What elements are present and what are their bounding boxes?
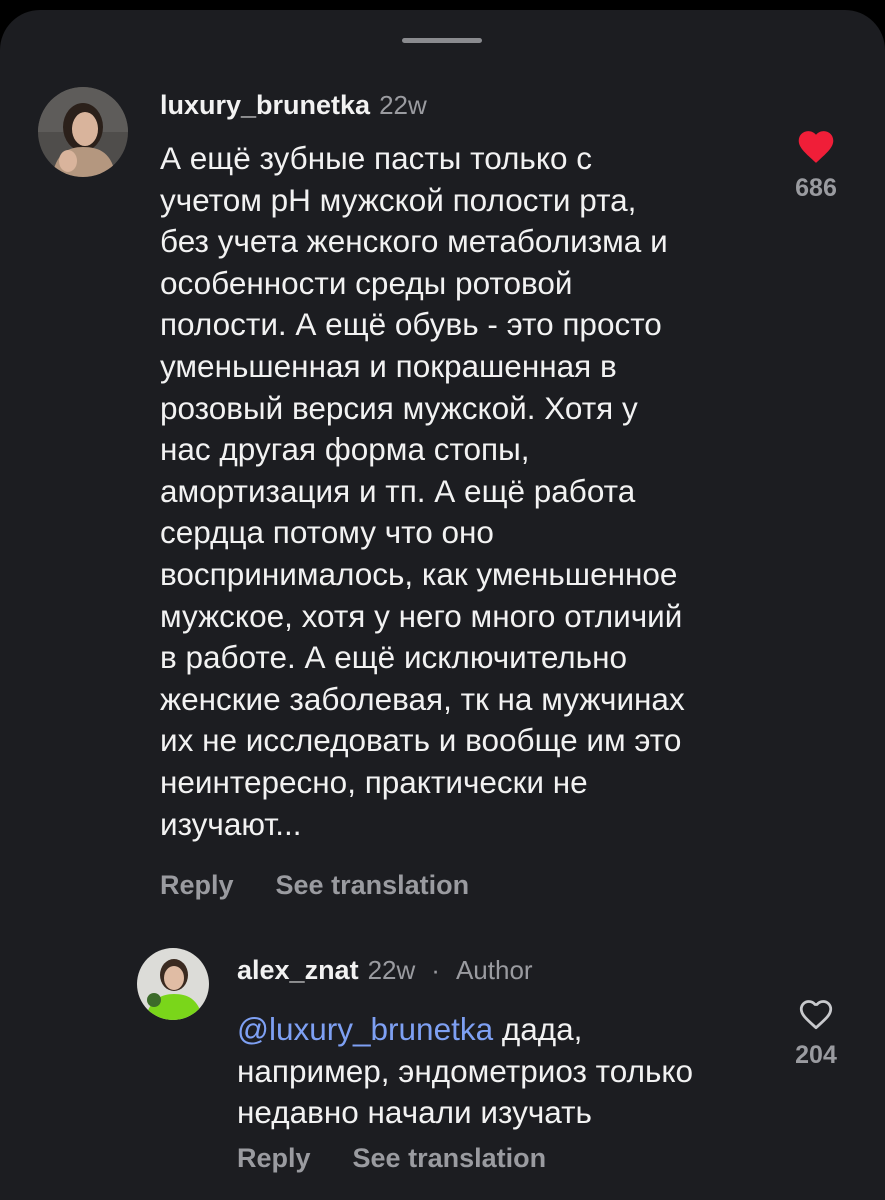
comment-line: сердца потому что оно [160,514,494,551]
comment-actions: Reply See translation [160,870,469,901]
comment-line: женские заболевая, тк на мужчинах [160,680,685,717]
comment-line: особенности среды ротовой [160,264,573,301]
comment-line: учетом pH мужской полости рта, [160,181,637,218]
like-count: 686 [795,174,837,202]
comment-line: изучают... [160,805,302,842]
drag-handle[interactable] [402,38,482,43]
comment-header: alex_znat 22w · Author [237,955,533,986]
comment-line-text: дада, [493,1011,583,1047]
like-button[interactable]: 204 [776,995,856,1070]
comment-line: недавно начали изучать [237,1094,592,1131]
avatar[interactable] [137,948,209,1020]
heart-outline-icon[interactable] [796,995,836,1031]
comment-actions: Reply See translation [237,1143,546,1174]
comment-line: уменьшенная и покрашенная в [160,347,617,384]
avatar[interactable] [38,87,128,177]
reply-button[interactable]: Reply [160,870,234,901]
comment-line: @luxury_brunetka дада, [237,1009,777,1051]
comment-line: неинтересно, практически не [160,763,588,800]
comment-text: А ещё зубные пасты только с учетом pH му… [160,138,760,845]
comment-line: полости. А ещё обувь - это просто [160,306,662,343]
timestamp: 22w [379,90,427,120]
see-translation-button[interactable]: See translation [353,1143,547,1174]
comment-line: мужское, хотя у него много отличий [160,597,683,634]
comment-line: в работе. А ещё исключительно [160,639,628,676]
comment-line: розовый версия мужской. Хотя у [160,389,638,426]
reply-button[interactable]: Reply [237,1143,311,1174]
comment-line: нас другая форма стопы, [160,431,530,468]
comment-line: воспринималось, как уменьшенное [160,555,678,592]
timestamp: 22w [367,955,416,985]
comment-line: без учета женского метаболизма и [160,223,668,260]
username[interactable]: alex_znat [237,955,359,986]
comment-text: @luxury_brunetka дада, например, эндомет… [237,1009,777,1134]
heart-filled-icon[interactable] [795,126,837,164]
mention-link[interactable]: @luxury_brunetka [237,1011,493,1047]
comment-line: А ещё зубные пасты только с [160,140,593,176]
comment-line: например, эндометриоз только [237,1052,694,1089]
comment-header: luxury_brunetka 22w [160,90,427,121]
see-translation-button[interactable]: See translation [276,870,470,901]
like-count: 204 [795,1041,837,1069]
username[interactable]: luxury_brunetka [160,90,370,121]
comment-line: их не исследовать и вообще им это [160,722,682,759]
comments-sheet: luxury_brunetka 22w А ещё зубные пасты т… [0,10,885,1200]
separator-dot: · [431,955,440,985]
author-badge: Author [455,955,533,985]
comment-line: амортизация и тп. А ещё работа [160,472,636,509]
like-button[interactable]: 686 [776,126,856,203]
